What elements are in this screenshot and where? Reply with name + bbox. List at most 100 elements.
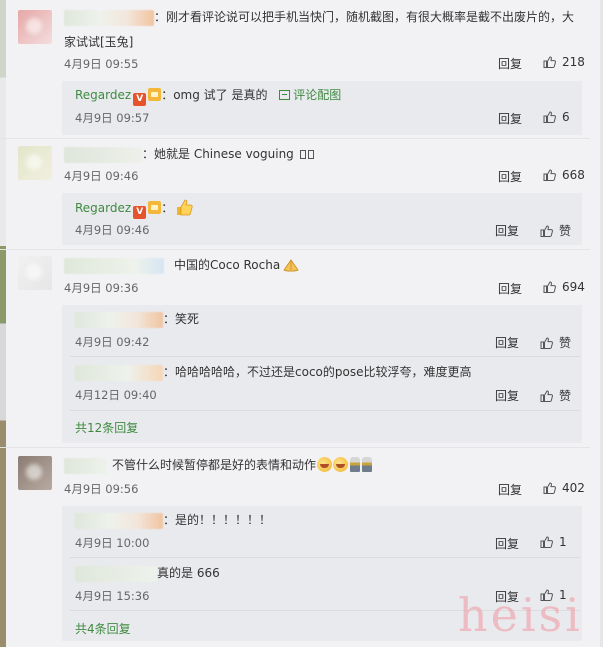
reply-body: 真的是 666: [157, 566, 220, 580]
like-label: 赞: [559, 336, 572, 350]
divider: [0, 138, 590, 139]
reply-button[interactable]: 回复: [498, 280, 522, 297]
reply-time: 4月9日 09:46: [75, 223, 150, 237]
comment-time: 4月9日 09:36: [64, 281, 139, 295]
like-button[interactable]: 6: [543, 110, 570, 124]
reply-text: Regardez V ：: [75, 199, 193, 219]
reply-body: ：哈哈哈哈哈，不过还是coco的pose比较浮夸，难度更高: [163, 365, 472, 379]
reply-body: ：omg 试了 是真的: [161, 88, 268, 102]
like-label: 赞: [559, 389, 572, 403]
blurred-username[interactable]: [75, 311, 163, 328]
reply-button[interactable]: 回复: [498, 481, 522, 498]
thumbs-up-icon: [543, 56, 556, 68]
like-button[interactable]: 赞: [540, 222, 571, 239]
avatar[interactable]: [18, 256, 52, 290]
figure-emoji-icon: [350, 457, 361, 472]
thumbs-up-icon: [540, 225, 553, 237]
comment-image-link[interactable]: 评论配图: [279, 88, 341, 102]
divider: [70, 356, 580, 357]
laughing-crying-emoji-icon: [317, 457, 333, 472]
reply-button[interactable]: 回复: [495, 334, 519, 351]
reply-body: ：是的！！！！！！: [163, 513, 272, 527]
comment-time: 4月9日 09:55: [64, 57, 139, 71]
thumbs-up-icon: [540, 390, 553, 402]
more-replies-link[interactable]: 共12条回复: [75, 419, 138, 436]
reply-text: ：是的！！！！！！: [75, 512, 271, 529]
reply-text: ：笑死: [75, 311, 199, 328]
comment-body: 中国的Coco Rocha: [174, 258, 281, 272]
thumbs-up-icon: [540, 337, 553, 349]
avatar[interactable]: [18, 456, 52, 490]
reply-text: ：哈哈哈哈哈，不过还是coco的pose比较浮夸，难度更高: [75, 364, 471, 381]
reply-username[interactable]: Regardez: [75, 88, 131, 102]
like-count: 668: [562, 168, 585, 182]
reply-button[interactable]: 回复: [495, 222, 519, 239]
image-icon: [279, 90, 291, 100]
avatar[interactable]: [18, 10, 52, 44]
like-button[interactable]: 694: [543, 280, 585, 294]
reply-button[interactable]: 回复: [498, 110, 522, 127]
reply-body: ：: [161, 201, 174, 215]
like-button[interactable]: 赞: [540, 334, 571, 351]
like-button[interactable]: 668: [543, 168, 585, 182]
reply-time: 4月9日 09:57: [75, 111, 150, 125]
blurred-username[interactable]: [64, 146, 142, 163]
comment-time: 4月9日 09:46: [64, 169, 139, 183]
comment-body: 不管什么时候暂停都是好的表情和动作: [112, 458, 317, 472]
unknown-glyph: [299, 150, 306, 159]
like-count: 6: [562, 110, 570, 124]
like-button[interactable]: 402: [543, 481, 585, 495]
avatar[interactable]: [18, 146, 52, 180]
verified-badge-icon: V: [133, 206, 147, 219]
laughing-crying-emoji-icon: [333, 457, 349, 472]
like-count: 218: [562, 55, 585, 69]
thumbs-up-icon: [543, 482, 556, 494]
divider: [0, 447, 590, 448]
reply-text: Regardez V ：omg 试了 是真的 评论配图: [75, 87, 341, 106]
thumbs-up-emoji-icon: [177, 199, 193, 216]
thumbs-up-icon: [540, 536, 553, 548]
blurred-username[interactable]: [64, 257, 164, 274]
thumbs-up-icon: [543, 169, 556, 181]
reply-username[interactable]: Regardez: [75, 201, 131, 215]
like-count: 402: [562, 481, 585, 495]
blurred-username[interactable]: [75, 565, 157, 582]
reply-time: 4月9日 10:00: [75, 536, 150, 550]
reply-body: ：笑死: [163, 312, 200, 326]
left-edge-photo-strip: [0, 0, 6, 647]
blurred-username[interactable]: [64, 457, 108, 474]
like-count: 694: [562, 280, 585, 294]
reply-time: 4月9日 09:42: [75, 335, 150, 349]
like-button[interactable]: 1: [540, 535, 567, 549]
comment-text-line2: 家试试[玉兔]: [64, 35, 134, 49]
divider: [70, 557, 580, 558]
reply-time: 4月9日 15:36: [75, 589, 150, 603]
reply-text: 真的是 666: [75, 565, 220, 582]
comment-text: 中国的Coco Rocha: [64, 257, 300, 274]
reply-button[interactable]: 回复: [495, 387, 519, 404]
praying-hands-emoji-icon: [283, 259, 299, 272]
member-badge-icon: [148, 88, 162, 101]
thumbs-up-icon: [543, 111, 556, 123]
more-replies-link[interactable]: 共4条回复: [75, 620, 131, 637]
blurred-username[interactable]: [75, 364, 163, 381]
like-button[interactable]: 218: [543, 55, 585, 69]
comment-time: 4月9日 09:56: [64, 482, 139, 496]
divider: [70, 410, 580, 411]
watermark: heisi: [458, 588, 583, 642]
blurred-username[interactable]: [64, 9, 154, 26]
reply-button[interactable]: 回复: [498, 55, 522, 72]
verified-badge-icon: V: [133, 93, 147, 106]
comment-body: ：她就是 Chinese voguing: [142, 147, 294, 161]
like-count: 1: [559, 535, 567, 549]
reply-time: 4月12日 09:40: [75, 388, 157, 402]
thumbs-up-icon: [543, 281, 556, 293]
blurred-username[interactable]: [75, 512, 163, 529]
comment-text: ：刚才看评论说可以把手机当快门，随机截图，有很大概率是截不出废片的，大: [64, 9, 574, 26]
comment-body: ：刚才看评论说可以把手机当快门，随机截图，有很大概率是截不出废片的，大: [154, 10, 575, 24]
comment-text: ：她就是 Chinese voguing: [64, 146, 314, 163]
reply-button[interactable]: 回复: [495, 535, 519, 552]
comment-text: 不管什么时候暂停都是好的表情和动作: [64, 457, 373, 474]
like-button[interactable]: 赞: [540, 387, 571, 404]
reply-button[interactable]: 回复: [498, 168, 522, 185]
